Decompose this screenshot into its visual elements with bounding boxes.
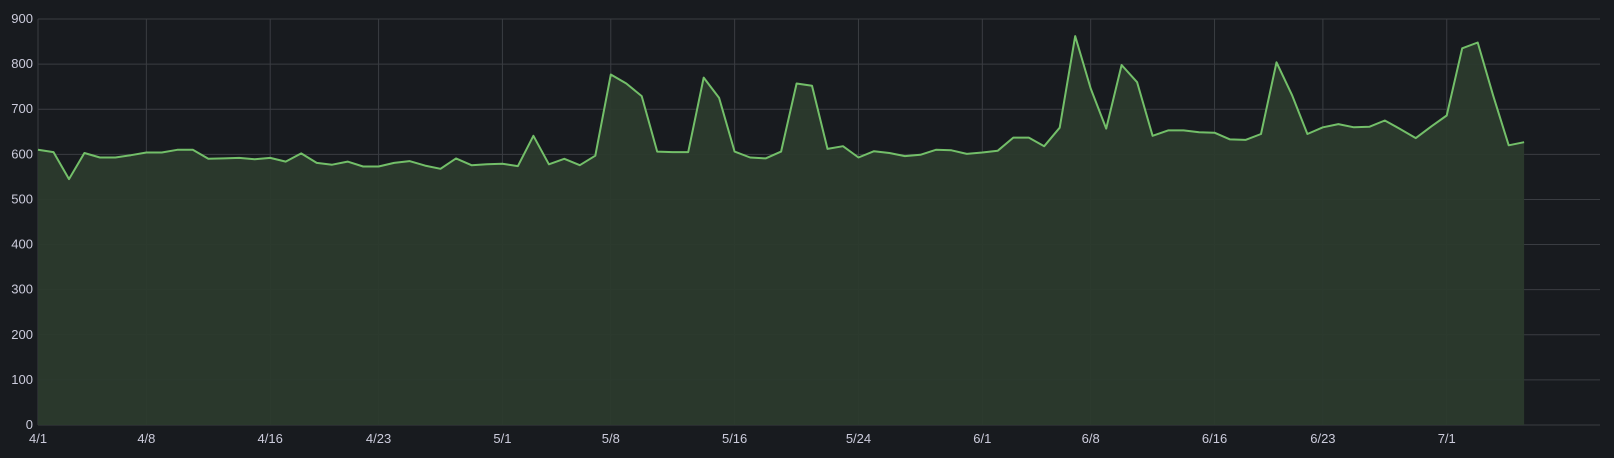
y-tick-label: 100 [11,372,33,387]
x-tick-label: 6/1 [973,431,991,446]
area-chart: 0100200300400500600700800900 4/1 4/8 4/16 4… [11,11,1600,446]
y-tick-label: 300 [11,282,33,297]
x-tick-label: 6/16 [1202,431,1227,446]
x-tick-label: 5/1 [493,431,511,446]
y-tick-label: 700 [11,101,33,116]
x-tick-label: 4/8 [137,431,155,446]
x-tick-label: 6/23 [1310,431,1335,446]
y-axis: 0 100 200 300 400 500 600 700 800 900 [11,11,33,432]
y-tick-label: 500 [11,191,33,206]
y-tick-label: 800 [11,56,33,71]
x-tick-label: 5/16 [722,431,747,446]
x-tick-label: 7/1 [1438,431,1456,446]
x-tick-label: 6/8 [1082,431,1100,446]
y-tick-label: 0 [26,417,33,432]
x-tick-label: 4/23 [366,431,391,446]
x-tick-label: 4/16 [258,431,283,446]
y-tick-label: 900 [11,11,33,26]
x-tick-label: 5/24 [846,431,871,446]
x-tick-label: 4/1 [29,431,47,446]
x-axis: 4/1 4/8 4/16 4/23 5/1 5/8 5/16 5/24 6/1 6/8 6/16 6/… [29,431,1456,446]
x-tick-label: 5/8 [602,431,620,446]
y-tick-label: 600 [11,146,33,161]
series-area [37,35,1525,425]
series-fill [38,36,1525,425]
time-series-panel: 0 100 200 300 400 500 600 700 800 900 4/1 4/8 4/16 4… [0,0,1614,453]
y-tick-label: 400 [11,237,33,252]
y-tick-label: 200 [11,327,33,342]
